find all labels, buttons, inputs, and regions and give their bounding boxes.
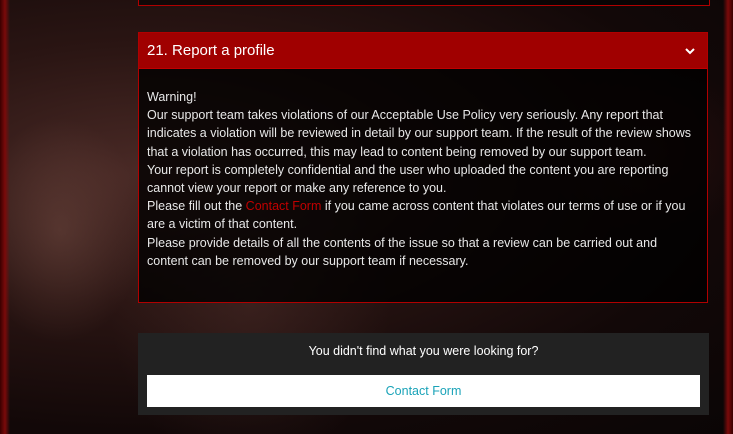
- left-frame-border: [0, 0, 10, 434]
- help-text: You didn't find what you were looking fo…: [308, 344, 539, 358]
- warning-text: Warning!: [147, 90, 197, 104]
- paragraph-contact: Please fill out the Contact Form if you …: [147, 197, 699, 233]
- right-frame-border: [723, 0, 733, 434]
- contact-form-button[interactable]: Contact Form: [147, 375, 700, 407]
- previous-faq-item: [138, 0, 710, 6]
- contact-form-link[interactable]: Contact Form: [246, 199, 322, 213]
- paragraph-policy: Our support team takes violations of our…: [147, 108, 692, 159]
- faq-item-title: 21. Report a profile: [147, 42, 275, 59]
- help-box: You didn't find what you were looking fo…: [138, 333, 709, 415]
- paragraph-contact-before: Please fill out the: [147, 199, 246, 214]
- chevron-down-icon[interactable]: [683, 44, 697, 58]
- faq-item-report-profile: 21. Report a profile Warning! Our suppor…: [138, 32, 708, 303]
- paragraph-confidential: Your report is completely confidential a…: [147, 162, 669, 196]
- paragraph-details: Please provide details of all the conten…: [147, 235, 658, 268]
- faq-item-header[interactable]: 21. Report a profile: [139, 33, 707, 69]
- faq-item-body: Warning! Our support team takes violatio…: [139, 69, 707, 270]
